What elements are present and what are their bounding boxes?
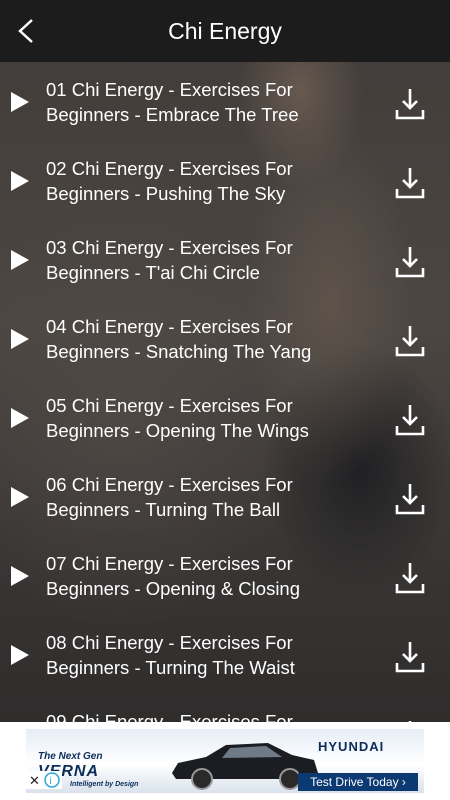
ad-banner[interactable]: The Next Gen VERNA Intelligent by Design…	[0, 722, 450, 800]
adchoices-icon[interactable]: ✕ i	[26, 771, 62, 789]
track-title[interactable]: 03 Chi Energy - Exercises For Beginners …	[46, 235, 376, 285]
ad-brand: HYUNDAI	[318, 739, 385, 754]
play-icon[interactable]	[11, 92, 29, 112]
track-list[interactable]: 01 Chi Energy - Exercises For Beginners …	[0, 62, 450, 722]
ad-cta-button[interactable]: Test Drive Today ›	[298, 773, 418, 791]
play-icon[interactable]	[11, 645, 29, 665]
play-icon[interactable]	[11, 250, 29, 270]
play-icon[interactable]	[11, 408, 29, 428]
download-icon[interactable]	[393, 402, 427, 438]
svg-text:✕: ✕	[29, 773, 40, 788]
track-title[interactable]: 08 Chi Energy - Exercises For Beginners …	[46, 630, 376, 680]
download-icon[interactable]	[393, 639, 427, 675]
list-item[interactable]: 03 Chi Energy - Exercises For Beginners …	[0, 220, 450, 299]
play-icon[interactable]	[11, 566, 29, 586]
ad-creative[interactable]: The Next Gen VERNA Intelligent by Design…	[26, 729, 424, 793]
track-title[interactable]: 06 Chi Energy - Exercises For Beginners …	[46, 472, 376, 522]
app-header: Chi Energy	[0, 0, 450, 62]
list-item[interactable]: 05 Chi Energy - Exercises For Beginners …	[0, 378, 450, 457]
play-icon[interactable]	[11, 329, 29, 349]
page-title: Chi Energy	[168, 18, 282, 44]
track-title[interactable]: 05 Chi Energy - Exercises For Beginners …	[46, 393, 376, 443]
list-item[interactable]: 08 Chi Energy - Exercises For Beginners …	[0, 615, 450, 694]
svg-text:i: i	[50, 776, 52, 787]
download-icon[interactable]	[393, 244, 427, 280]
track-title[interactable]: 02 Chi Energy - Exercises For Beginners …	[46, 156, 376, 206]
list-item[interactable]: 09 Chi Energy - Exercises For	[0, 694, 450, 722]
list-item[interactable]: 06 Chi Energy - Exercises For Beginners …	[0, 457, 450, 536]
download-icon[interactable]	[393, 323, 427, 359]
list-item[interactable]: 07 Chi Energy - Exercises For Beginners …	[0, 536, 450, 615]
download-icon[interactable]	[393, 165, 427, 201]
track-title[interactable]: 01 Chi Energy - Exercises For Beginners …	[46, 77, 376, 127]
ad-subline: Intelligent by Design	[70, 781, 139, 788]
play-icon[interactable]	[11, 487, 29, 507]
list-item[interactable]: 02 Chi Energy - Exercises For Beginners …	[0, 141, 450, 220]
list-item[interactable]: 04 Chi Energy - Exercises For Beginners …	[0, 299, 450, 378]
play-icon[interactable]	[11, 171, 29, 191]
track-title[interactable]: 09 Chi Energy - Exercises For	[46, 709, 376, 722]
track-title[interactable]: 07 Chi Energy - Exercises For Beginners …	[46, 551, 376, 601]
ad-tagline: The Next Gen	[38, 751, 103, 762]
download-icon[interactable]	[393, 86, 427, 122]
download-icon[interactable]	[393, 560, 427, 596]
download-icon[interactable]	[393, 481, 427, 517]
track-title[interactable]: 04 Chi Energy - Exercises For Beginners …	[46, 314, 376, 364]
list-item[interactable]: 01 Chi Energy - Exercises For Beginners …	[0, 62, 450, 141]
